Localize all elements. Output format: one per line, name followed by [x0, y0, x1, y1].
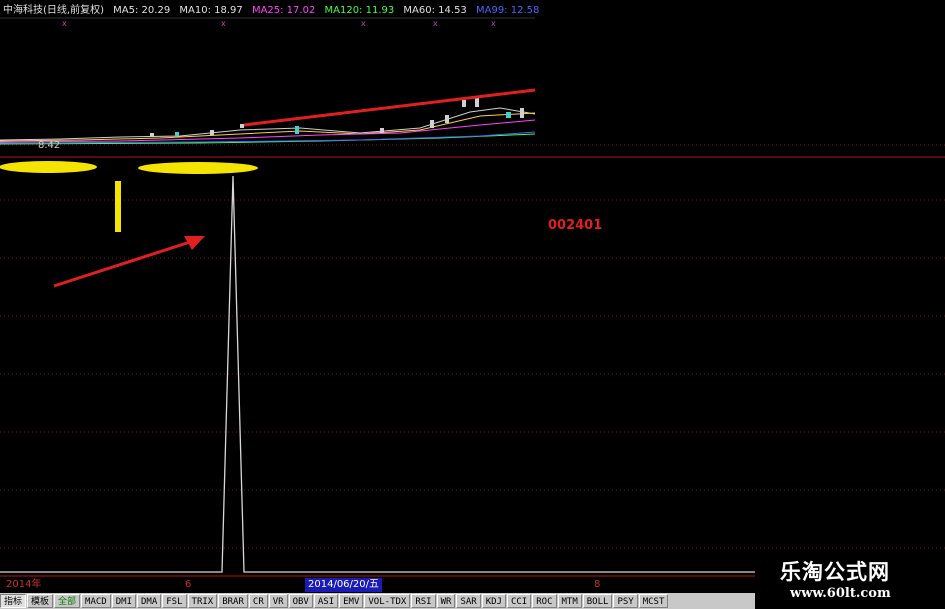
- watermark-url: www.60lt.com: [790, 586, 891, 601]
- svg-text:x: x: [361, 19, 366, 28]
- date-axis: 2014年 6 2014/06/20/五 8: [0, 578, 760, 592]
- tab-fsl[interactable]: FSL: [162, 594, 187, 608]
- price-ma-lines: [0, 107, 536, 145]
- tab-dma[interactable]: DMA: [137, 594, 162, 608]
- svg-text:x: x: [433, 19, 438, 28]
- ma60-value: MA60: 14.53: [403, 5, 467, 16]
- date-axis-month-8: 8: [594, 579, 601, 590]
- stock-chart-window: x x x x x 中海科技(日线,前复权) MA5: 20.29 MA10: …: [0, 0, 945, 609]
- current-date-marker: 2014/06/20/五: [305, 578, 383, 592]
- indicator-tab-bar: 指标 模板 全部 MACD DMI DMA FSL TRIX BRAR CR VR OBV ASI EMV…: [0, 593, 760, 609]
- tab-macd[interactable]: MACD: [81, 594, 111, 608]
- tab-brar[interactable]: BRAR: [218, 594, 248, 608]
- ma25-value: MA25: 17.02: [251, 5, 316, 16]
- arrow-annotation: [53, 236, 205, 288]
- tab-sar[interactable]: SAR: [456, 594, 481, 608]
- tab-指标[interactable]: 指标: [0, 594, 27, 608]
- tab-模板[interactable]: 模板: [27, 594, 54, 608]
- tab-obv[interactable]: OBV: [288, 594, 313, 608]
- tab-dmi[interactable]: DMI: [111, 594, 136, 608]
- date-axis-month-6: 6: [185, 579, 192, 590]
- highlight-oval-left: [0, 161, 97, 173]
- ma-legend: 中海科技(日线,前复权) MA5: 20.29 MA10: 18.97 MA25…: [3, 3, 545, 19]
- tab-mtm[interactable]: MTM: [557, 594, 582, 608]
- tab-asi[interactable]: ASI: [313, 594, 339, 608]
- chart-canvas[interactable]: x x x x x: [0, 0, 945, 609]
- indicator-line: [0, 175, 755, 573]
- tab-wr[interactable]: WR: [436, 594, 456, 608]
- legend-markers: x x x x x: [62, 19, 496, 28]
- tab-全部[interactable]: 全部: [54, 594, 81, 608]
- ma10-value: MA10: 18.97: [179, 5, 243, 16]
- indicator-grid: [0, 144, 945, 549]
- highlight-bar: [115, 181, 121, 232]
- trend-line: [243, 88, 536, 127]
- tab-mcst[interactable]: MCST: [638, 594, 669, 608]
- tab-cci[interactable]: CCI: [506, 594, 532, 608]
- tab-vol-tdx[interactable]: VOL-TDX: [364, 594, 411, 608]
- svg-text:x: x: [221, 19, 226, 28]
- tab-boll[interactable]: BOLL: [582, 594, 613, 608]
- ma5-value: MA5: 20.29: [113, 5, 171, 16]
- tab-psy[interactable]: PSY: [613, 594, 638, 608]
- tab-cr[interactable]: CR: [248, 594, 268, 608]
- tab-trix[interactable]: TRIX: [187, 594, 218, 608]
- tab-rsi[interactable]: RSI: [411, 594, 436, 608]
- svg-text:x: x: [491, 19, 496, 28]
- svg-text:x: x: [62, 19, 67, 28]
- ma120-value: MA120: 11.93: [324, 5, 395, 16]
- tab-vr[interactable]: VR: [268, 594, 288, 608]
- watermark-name: 乐淘公式网: [780, 560, 890, 584]
- tab-roc[interactable]: ROC: [532, 594, 557, 608]
- tab-emv[interactable]: EMV: [339, 594, 364, 608]
- stock-title: 中海科技(日线,前复权): [3, 5, 104, 16]
- ma99-value: MA99: 12.58: [475, 5, 540, 16]
- highlight-oval-right: [138, 162, 258, 174]
- tab-kdj[interactable]: KDJ: [481, 594, 506, 608]
- stock-code-label: 002401: [548, 218, 603, 233]
- price-low-label: 8.42: [38, 140, 61, 151]
- date-axis-year: 2014年: [6, 579, 42, 590]
